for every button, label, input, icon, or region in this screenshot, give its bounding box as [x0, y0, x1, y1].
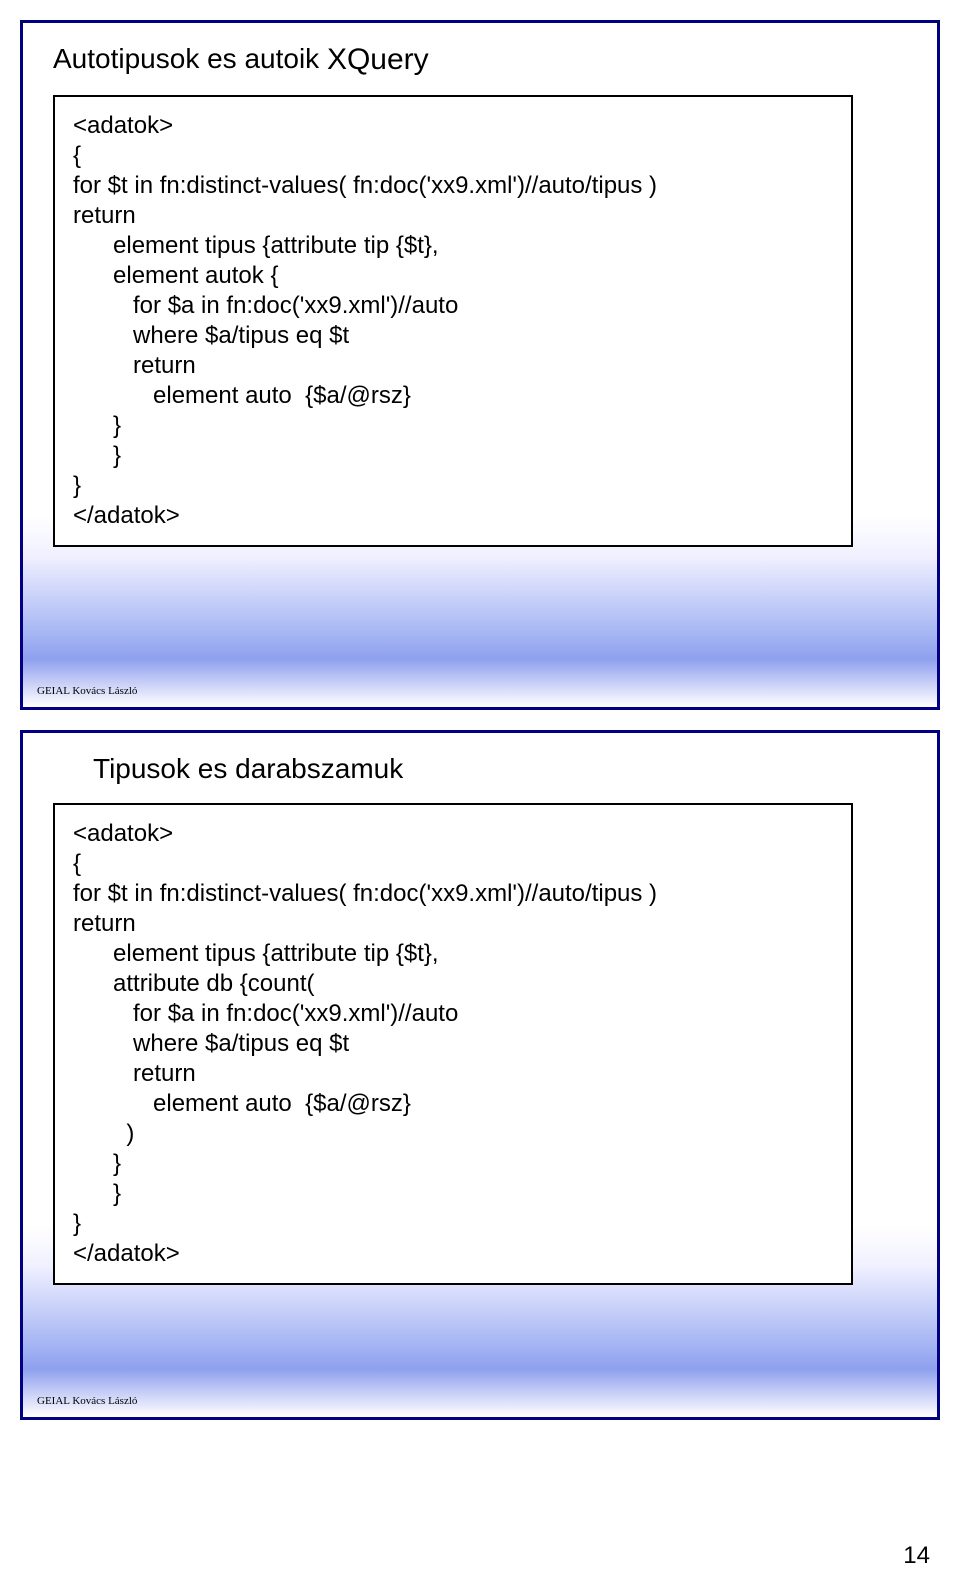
slide-1: Autotipusok es autoik XQuery <adatok> { …	[20, 20, 940, 710]
code-block-1: <adatok> { for $t in fn:distinct-values(…	[53, 95, 853, 547]
page: Autotipusok es autoik XQuery <adatok> { …	[0, 20, 960, 1514]
code-block-2: <adatok> { for $t in fn:distinct-values(…	[53, 803, 853, 1285]
slide-title-row: Autotipusok es autoik XQuery	[53, 43, 907, 77]
slide-subtitle: Tipusok es darabszamuk	[93, 753, 907, 785]
slide-footer: GEIAL Kovács László	[37, 1395, 137, 1407]
xquery-label: XQuery	[327, 43, 429, 76]
slide-subtitle: Autotipusok es autoik	[53, 43, 319, 74]
slide-2: Tipusok es darabszamuk <adatok> { for $t…	[20, 730, 940, 1420]
slide-footer: GEIAL Kovács László	[37, 685, 137, 697]
page-number: 14	[903, 1542, 930, 1570]
